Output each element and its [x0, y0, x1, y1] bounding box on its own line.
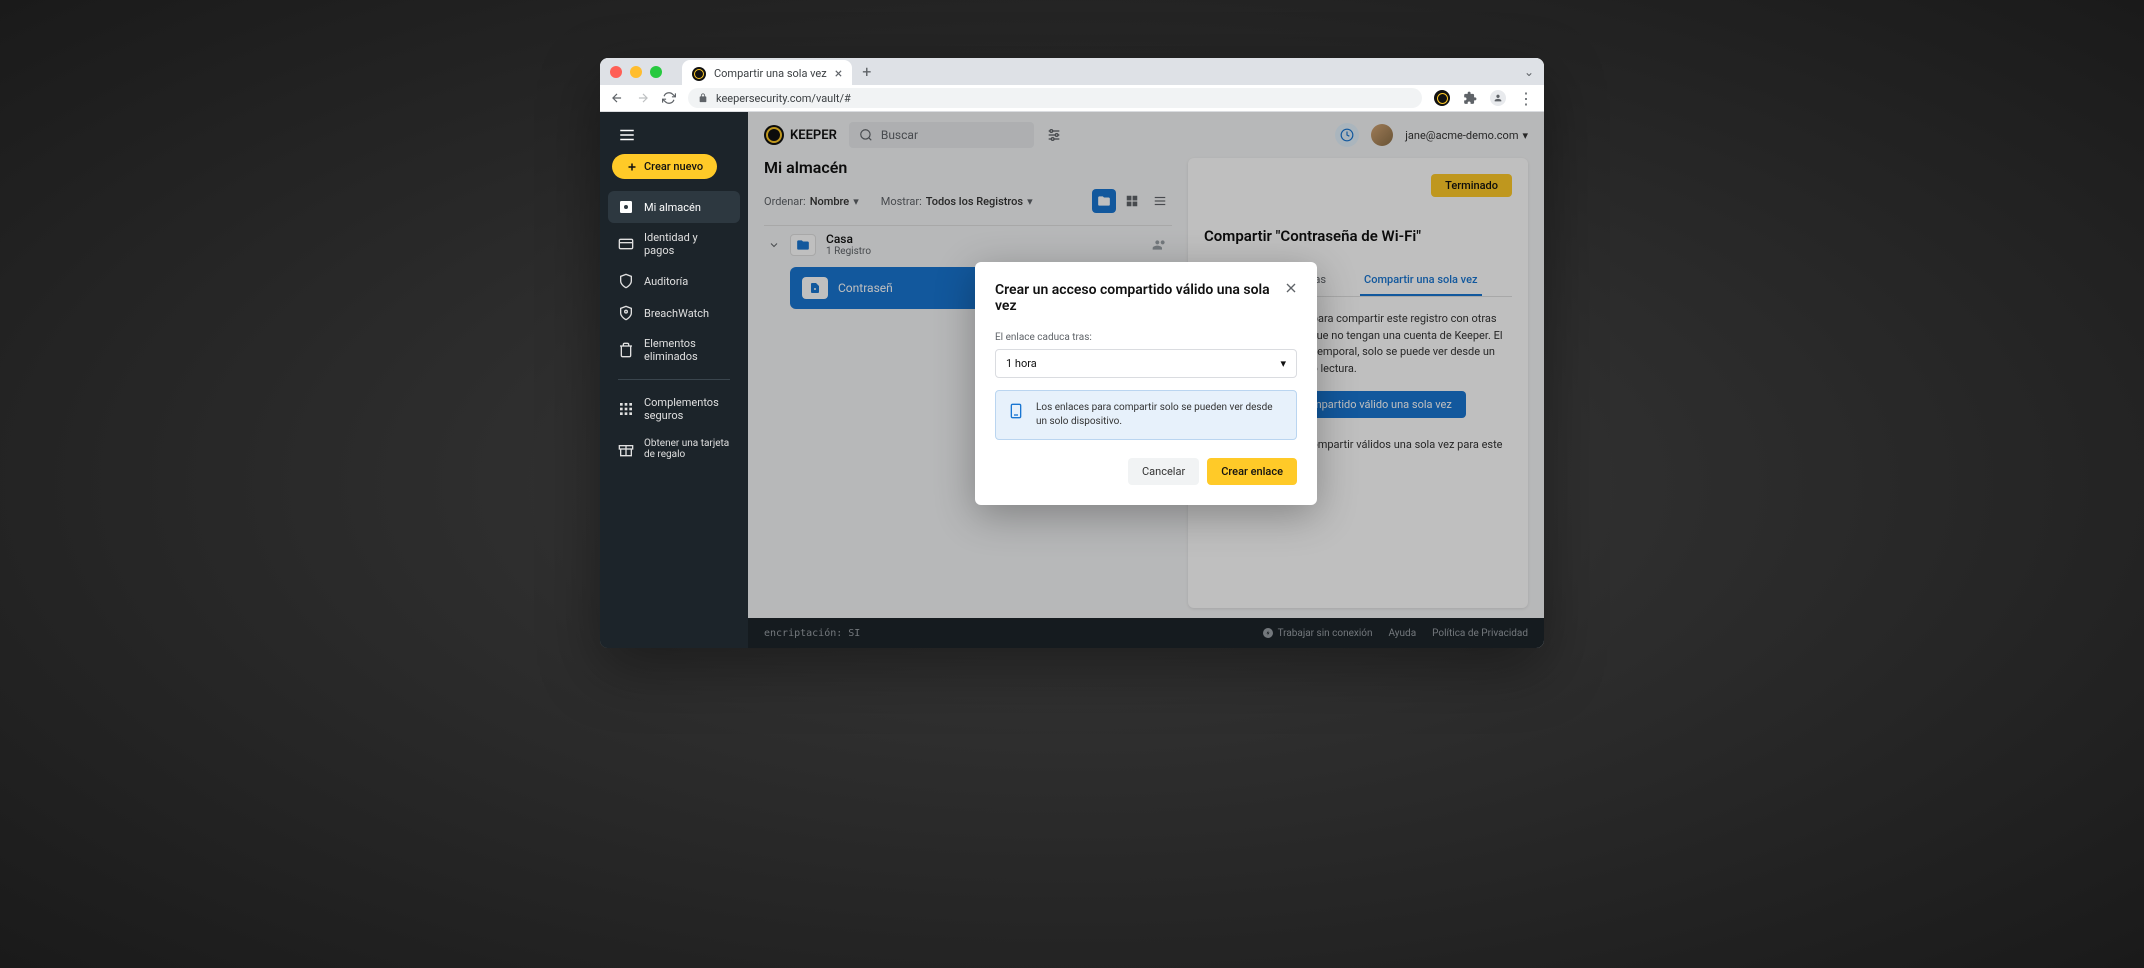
cancel-button[interactable]: Cancelar	[1128, 458, 1199, 485]
browser-menu-button[interactable]: ⋮	[1518, 90, 1534, 106]
vault-icon	[618, 199, 634, 215]
new-tab-button[interactable]: +	[862, 62, 871, 81]
sidebar: Crear nuevo Mi almacén Identidad y pagos	[600, 112, 748, 648]
modal-overlay[interactable]: Crear un acceso compartido válido una so…	[748, 112, 1544, 648]
browser-toolbar-icons: ⋮	[1434, 90, 1534, 106]
window-close-button[interactable]	[610, 66, 622, 78]
sidebar-item-label: Identidad y pagos	[644, 231, 730, 257]
create-new-button[interactable]: Crear nuevo	[612, 154, 717, 179]
window-minimize-button[interactable]	[630, 66, 642, 78]
sidebar-item-label: Elementos eliminados	[644, 337, 730, 363]
grid-icon	[618, 401, 634, 417]
browser-profile-icon[interactable]	[1490, 90, 1506, 106]
sidebar-divider	[618, 379, 730, 380]
expiry-label: El enlace caduca tras:	[995, 332, 1297, 343]
main-area: KEEPER Buscar jane@acme-demo.com ▾	[748, 112, 1544, 648]
tab-close-button[interactable]: ×	[835, 66, 842, 82]
modal-title: Crear un acceso compartido válido una so…	[995, 282, 1297, 314]
browser-window: Compartir una sola vez × + ⌄ keepersecur…	[600, 58, 1544, 648]
browser-reload-button[interactable]	[662, 91, 676, 105]
tabs-dropdown-button[interactable]: ⌄	[1524, 65, 1534, 79]
modal-actions: Cancelar Crear enlace	[995, 458, 1297, 485]
url-bar[interactable]: keepersecurity.com/vault/#	[688, 88, 1422, 108]
device-icon	[1008, 403, 1024, 419]
browser-tab[interactable]: Compartir una sola vez ×	[682, 60, 852, 87]
expiry-value: 1 hora	[1006, 357, 1037, 370]
browser-forward-button[interactable]	[636, 91, 650, 105]
lock-icon	[698, 93, 708, 103]
window-maximize-button[interactable]	[650, 66, 662, 78]
sidebar-item-label: Obtener una tarjeta de regalo	[644, 438, 730, 460]
create-share-modal: Crear un acceso compartido válido una so…	[975, 262, 1317, 505]
browser-back-button[interactable]	[610, 91, 624, 105]
sidebar-item-label: Auditoría	[644, 275, 688, 288]
sidebar-item-label: BreachWatch	[644, 307, 709, 320]
browser-tab-strip: Compartir una sola vez × + ⌄	[600, 58, 1544, 85]
sidebar-item-label: Complementos seguros	[644, 396, 730, 422]
sidebar-item-deleted[interactable]: Elementos eliminados	[608, 329, 740, 371]
sidebar-item-vault[interactable]: Mi almacén	[608, 191, 740, 223]
keeper-extension-icon[interactable]	[1434, 90, 1450, 106]
url-text: keepersecurity.com/vault/#	[716, 92, 851, 105]
tab-title: Compartir una sola vez	[714, 67, 827, 80]
card-icon	[618, 236, 634, 252]
sidebar-item-identity[interactable]: Identidad y pagos	[608, 223, 740, 265]
hamburger-menu-button[interactable]	[608, 122, 740, 154]
modal-info-box: Los enlaces para compartir solo se puede…	[995, 390, 1297, 440]
sidebar-item-audit[interactable]: Auditoría	[608, 265, 740, 297]
sidebar-item-breachwatch[interactable]: BreachWatch	[608, 297, 740, 329]
expiry-select[interactable]: 1 hora ▾	[995, 349, 1297, 378]
modal-close-button[interactable]	[1283, 280, 1299, 296]
modal-info-text: Los enlaces para compartir solo se puede…	[1036, 401, 1284, 429]
create-link-button[interactable]: Crear enlace	[1207, 458, 1297, 485]
sidebar-item-label: Mi almacén	[644, 201, 701, 214]
sidebar-item-addons[interactable]: Complementos seguros	[608, 388, 740, 430]
trash-icon	[618, 342, 634, 358]
tab-favicon-icon	[692, 67, 706, 81]
app-content: Crear nuevo Mi almacén Identidad y pagos	[600, 112, 1544, 648]
extensions-icon[interactable]	[1462, 90, 1478, 106]
shield-icon	[618, 273, 634, 289]
browser-toolbar: keepersecurity.com/vault/# ⋮	[600, 85, 1544, 112]
breachwatch-icon	[618, 305, 634, 321]
chevron-down-icon: ▾	[1280, 357, 1286, 370]
gift-icon	[618, 441, 634, 457]
create-new-label: Crear nuevo	[644, 160, 703, 173]
sidebar-item-referral[interactable]: Obtener una tarjeta de regalo	[608, 430, 740, 468]
window-controls	[610, 66, 662, 78]
